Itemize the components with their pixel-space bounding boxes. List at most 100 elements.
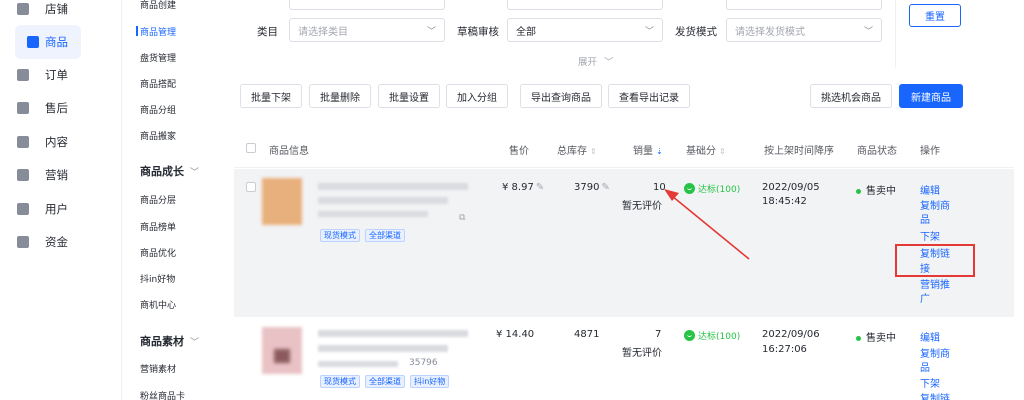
smile-icon bbox=[684, 182, 695, 194]
filter-field-top-1[interactable] bbox=[289, 0, 445, 10]
copy-goods-link[interactable]: 复制商 bbox=[920, 197, 950, 212]
copy-goods-link-wrap[interactable]: 品 bbox=[920, 211, 930, 226]
marketing-promo-link[interactable]: 营销推 bbox=[920, 276, 950, 291]
nav-item-users[interactable]: 用户 bbox=[17, 192, 68, 226]
export-records-button[interactable]: 查看导出记录 bbox=[608, 84, 690, 108]
row-time: 16:27:06 bbox=[762, 344, 807, 355]
edit-link[interactable]: 编辑 bbox=[920, 182, 940, 197]
export-query-button[interactable]: 导出查询商品 bbox=[520, 84, 602, 108]
header-price: 售价 bbox=[509, 146, 529, 157]
header-score[interactable]: 基础分 ⇕ bbox=[686, 142, 726, 157]
subnav-ranking[interactable]: 商品榜单 bbox=[140, 220, 176, 233]
table-row[interactable]: ⧉ 现货模式 全部渠道 ¥ 8.97 ✎ 3790 ✎ 10 暂无评价 达标(100… bbox=[234, 169, 1014, 317]
aftersale-icon bbox=[16, 101, 30, 115]
category-label: 类目 bbox=[257, 26, 278, 38]
score-badge: 达标(100) bbox=[684, 327, 740, 343]
secondary-sidebar: 商品创建 商品管理 盘货管理 商品搭配 商品分组 商品搬家 商品成长 ﹀ 商品分层… bbox=[123, 0, 223, 400]
edit-icon[interactable]: ✎ bbox=[601, 182, 609, 193]
add-group-button[interactable]: 加入分组 bbox=[446, 84, 508, 108]
reset-button[interactable]: 重置 bbox=[909, 4, 961, 27]
copy-goods-link-wrap[interactable]: 品 bbox=[920, 359, 930, 374]
filter-field-top-2[interactable] bbox=[507, 0, 663, 10]
subnav-douin[interactable]: 抖in好物 bbox=[140, 272, 175, 285]
off-shelf-link[interactable]: 下架 bbox=[920, 228, 940, 243]
chevron-down-icon: ﹀ bbox=[604, 57, 614, 68]
subnav-inventory[interactable]: 盘货管理 bbox=[140, 51, 176, 64]
pick-chance-goods-button[interactable]: 挑选机会商品 bbox=[810, 84, 892, 108]
main-content: 类目 请选择类目 ﹀ 草稿审核 全部 ﹀ 发货模式 请选择发货模式 ﹀ 重置 展… bbox=[223, 0, 1024, 400]
off-shelf-link[interactable]: 下架 bbox=[920, 375, 940, 390]
subnav-group-growth[interactable]: 商品成长 ﹀ bbox=[140, 163, 199, 179]
blurred-product-title bbox=[318, 345, 448, 352]
nav-item-goods[interactable]: 商品 bbox=[15, 25, 81, 59]
subnav-fan-card[interactable]: 粉丝商品卡 bbox=[140, 389, 185, 400]
header-stock[interactable]: 总库存 ⇕ bbox=[557, 142, 597, 157]
nav-item-funds[interactable]: 资金 bbox=[17, 225, 68, 259]
score-value: 达标(100) bbox=[698, 184, 741, 195]
copy-goods-link[interactable]: 复制商 bbox=[920, 345, 950, 360]
expand-toggle[interactable]: 展开 ﹀ bbox=[578, 54, 614, 68]
blurred-product-id bbox=[318, 211, 428, 217]
header-action: 操作 bbox=[920, 146, 940, 157]
nav-item-store[interactable]: 店铺 bbox=[17, 0, 68, 26]
nav-item-content[interactable]: 内容 bbox=[17, 125, 68, 159]
subnav-layer[interactable]: 商品分层 bbox=[140, 193, 176, 206]
header-sales[interactable]: 销量 ⇣ bbox=[633, 142, 663, 157]
row-status: 售卖中 bbox=[856, 182, 896, 197]
tag-spot-mode: 现货模式 bbox=[320, 229, 360, 242]
create-goods-button[interactable]: 新建商品 bbox=[899, 84, 963, 108]
filter-field-top-3[interactable] bbox=[726, 0, 882, 10]
subnav-group-material[interactable]: 商品素材 ﹀ bbox=[140, 333, 199, 349]
header-info: 商品信息 bbox=[269, 146, 309, 157]
table-row[interactable]: 35796 现货模式 全部渠道 抖in好物 ¥ 14.40 4871 7 暂无评… bbox=[234, 318, 1014, 400]
goods-table-card: 批量下架 批量删除 批量设置 加入分组 导出查询商品 查看导出记录 挑选机会商品… bbox=[223, 74, 1024, 400]
nav-item-marketing[interactable]: 营销 bbox=[17, 158, 68, 192]
copy-icon[interactable]: ⧉ bbox=[459, 213, 465, 223]
blurred-product-id bbox=[318, 361, 398, 367]
copy-link-link[interactable]: 复制链 bbox=[920, 390, 950, 400]
subnav-group[interactable]: 商品分组 bbox=[140, 103, 176, 116]
tag-all-channels: 全部渠道 bbox=[365, 375, 405, 388]
draft-value: 全部 bbox=[516, 26, 536, 38]
subnav-goods-manage[interactable]: 商品管理 bbox=[140, 25, 176, 38]
nav-item-orders[interactable]: 订单 bbox=[17, 58, 68, 92]
sort-desc-icon: ⇣ bbox=[656, 147, 663, 156]
subnav-bundle[interactable]: 商品搭配 bbox=[140, 77, 176, 90]
product-thumbnail[interactable] bbox=[262, 178, 302, 225]
row-checkbox[interactable] bbox=[246, 182, 256, 192]
subnav-goods-create[interactable]: 商品创建 bbox=[140, 0, 176, 11]
filter-panel: 类目 请选择类目 ﹀ 草稿审核 全部 ﹀ 发货模式 请选择发货模式 ﹀ 重置 展… bbox=[223, 0, 1024, 74]
header-status: 商品状态 bbox=[857, 146, 897, 157]
ship-label: 发货模式 bbox=[675, 26, 717, 38]
select-all-checkbox[interactable] bbox=[246, 143, 256, 153]
nav-item-label: 售后 bbox=[45, 101, 68, 115]
sort-icon: ⇕ bbox=[590, 147, 597, 156]
nav-item-aftersale[interactable]: 售后 bbox=[17, 91, 68, 125]
nav-item-label: 订单 bbox=[45, 68, 68, 82]
header-time[interactable]: 按上架时间降序 bbox=[764, 142, 834, 157]
row-date: 2022/09/05 bbox=[762, 182, 820, 193]
ship-select[interactable]: 请选择发货模式 ﹀ bbox=[726, 18, 882, 42]
subnav-opportunity[interactable]: 商机中心 bbox=[140, 298, 176, 311]
row-review: 暂无评价 bbox=[622, 348, 662, 359]
category-placeholder: 请选择类目 bbox=[298, 26, 348, 38]
product-thumbnail[interactable] bbox=[262, 327, 302, 374]
nav-item-label: 店铺 bbox=[45, 2, 68, 16]
subnav-optimize[interactable]: 商品优化 bbox=[140, 246, 176, 259]
marketing-promo-link-wrap[interactable]: 广 bbox=[920, 290, 930, 305]
subnav-move[interactable]: 商品搬家 bbox=[140, 129, 176, 142]
chevron-down-icon: ﹀ bbox=[644, 27, 654, 37]
edit-icon[interactable]: ✎ bbox=[536, 182, 544, 193]
subnav-marketing-material[interactable]: 营销素材 bbox=[140, 362, 176, 375]
row-stock: 3790 ✎ bbox=[574, 182, 610, 193]
batch-setting-button[interactable]: 批量设置 bbox=[378, 84, 440, 108]
batch-off-shelf-button[interactable]: 批量下架 bbox=[240, 84, 302, 108]
draft-select[interactable]: 全部 ﹀ bbox=[507, 18, 663, 42]
header-score-label: 基础分 bbox=[686, 146, 716, 157]
batch-delete-button[interactable]: 批量删除 bbox=[309, 84, 371, 108]
row-price: ¥ 14.40 bbox=[496, 329, 535, 340]
edit-link[interactable]: 编辑 bbox=[920, 329, 940, 344]
category-select[interactable]: 请选择类目 ﹀ bbox=[289, 18, 445, 42]
nav-item-label: 资金 bbox=[45, 235, 68, 249]
expand-label: 展开 bbox=[578, 57, 598, 68]
